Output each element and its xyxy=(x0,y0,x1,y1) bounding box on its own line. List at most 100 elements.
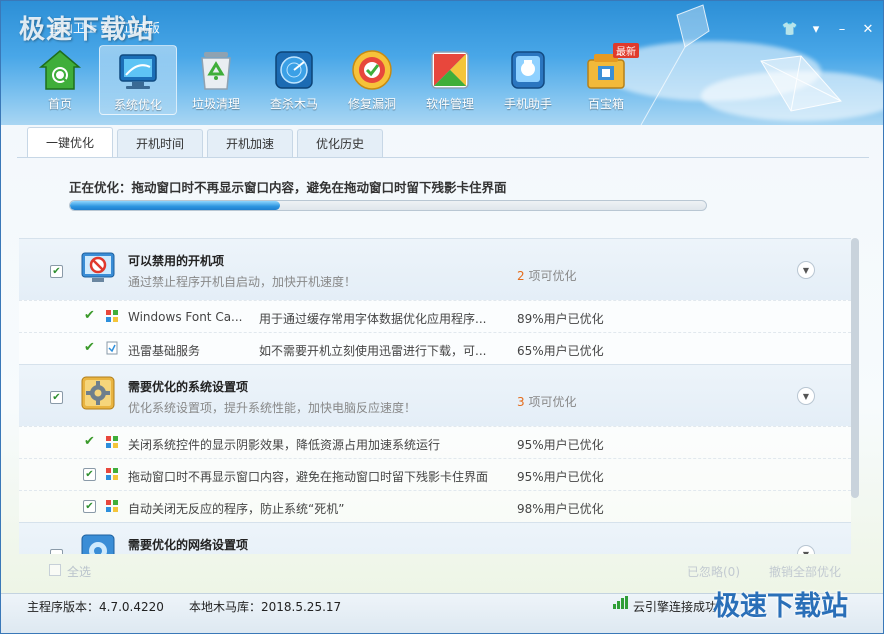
window-controls: 👕 ▾ – ✕ xyxy=(779,19,879,39)
item-desc: 如不需要开机立刻使用迅雷进行下载，可... xyxy=(259,344,487,358)
watermark-bottom: 极速下载站 xyxy=(713,591,848,622)
item-name: 迅雷基础服务 xyxy=(128,344,201,358)
count-suffix: 项可优化 xyxy=(524,395,577,409)
monitor-icon xyxy=(115,48,161,94)
group-checkbox[interactable]: ✔ xyxy=(50,265,63,278)
item-percent: 65%用户已优化 xyxy=(517,344,604,358)
group-desc: 通过禁止程序开机自启动，加快开机速度！ xyxy=(128,275,357,289)
group-checkbox[interactable]: ✔ xyxy=(50,391,63,404)
tab-bar: 一键优化 开机时间 开机加速 优化历史 xyxy=(27,127,384,157)
nav-label: 垃圾清理 xyxy=(191,97,240,111)
phone-icon xyxy=(505,47,551,93)
count-number: 3 xyxy=(517,395,525,409)
program-version: 主程序版本：4.7.0.4220 xyxy=(27,600,164,614)
item-desc: 关闭系统控件的显示阴影效果，降低资源占用加速系统运行 xyxy=(128,438,441,452)
expand-toggle[interactable]: ▼ xyxy=(797,261,815,279)
expand-toggle[interactable]: ▼ xyxy=(797,387,815,405)
top-banner: 金山卫士 4.7 正式版 极速下载站 👕 ▾ – ✕ 首页 系统优化 垃圾清理 … xyxy=(1,1,883,125)
nav-label: 查杀木马 xyxy=(269,97,318,111)
group-desc: 优化系统设置项，提升系统性能，加快电脑反应速度！ xyxy=(128,401,417,415)
group-count: 2 项可优化 xyxy=(517,267,576,284)
list-item: ✔ Windows Font Ca... 用于通过缓存常用字体数据优化应用程序.… xyxy=(19,300,851,332)
home-shield-icon xyxy=(37,47,83,93)
network-settings-icon xyxy=(81,534,115,554)
optimize-list: ✔ 可以禁用的开机项 通过禁止程序开机自启动，加快开机速度！ 2 项可优化 ▼ … xyxy=(19,238,851,554)
list-footer: 全选 已忽略(0) 撤销全部优化 xyxy=(19,555,851,585)
list-item: ✔ 自动关闭无反应的程序，防止系统“死机” 98%用户已优化 xyxy=(19,490,851,522)
tab-divider xyxy=(17,157,869,158)
windows-flag-icon xyxy=(105,309,119,323)
done-check-icon: ✔ xyxy=(84,308,95,323)
undo-all-link[interactable]: 撤销全部优化 xyxy=(769,563,841,580)
nav-label: 系统优化 xyxy=(113,98,162,112)
item-percent: 98%用户已优化 xyxy=(517,502,604,516)
nav-phone-assistant[interactable]: 手机助手 xyxy=(489,45,567,115)
item-desc: 自动关闭无反应的程序，防止系统“死机” xyxy=(128,502,345,516)
group-startup-items: ✔ 可以禁用的开机项 通过禁止程序开机自启动，加快开机速度！ 2 项可优化 ▼ xyxy=(19,238,851,300)
software-icon xyxy=(427,47,473,93)
progress-fill xyxy=(70,201,280,210)
trojan-db-version: 本地木马库：2018.5.25.17 xyxy=(189,600,342,614)
nav-label: 百宝箱 xyxy=(587,97,624,111)
group-title: 可以禁用的开机项 xyxy=(128,254,225,268)
skin-button[interactable]: 👕 xyxy=(779,19,801,39)
windows-flag-icon xyxy=(105,499,119,513)
item-checkbox[interactable]: ✔ xyxy=(83,500,96,513)
tab-one-click-optimize[interactable]: 一键优化 xyxy=(27,127,114,157)
new-badge: 最新 xyxy=(613,43,639,58)
nav-system-optimize[interactable]: 系统优化 xyxy=(99,45,177,115)
menu-button[interactable]: ▾ xyxy=(805,19,827,39)
nav-toolbox[interactable]: 百宝箱 最新 xyxy=(567,43,645,115)
nav-trojan-scan[interactable]: 查杀木马 xyxy=(255,45,333,115)
list-scrollbar[interactable] xyxy=(851,238,859,498)
recycle-bin-icon xyxy=(193,47,239,93)
signal-icon xyxy=(613,596,628,609)
windows-flag-icon xyxy=(105,467,119,481)
cloud-engine-status: 云引擎连接成功 xyxy=(633,600,718,614)
app-window: 金山卫士 4.7 正式版 极速下载站 👕 ▾ – ✕ 首页 系统优化 垃圾清理 … xyxy=(0,0,884,634)
count-suffix: 项可优化 xyxy=(524,269,577,283)
group-network-settings: 需要优化的网络设置项 ▼ xyxy=(19,522,851,554)
select-all-checkbox[interactable] xyxy=(49,564,61,576)
ignored-link[interactable]: 已忽略(0) xyxy=(687,563,740,580)
nav-label: 首页 xyxy=(47,97,72,111)
tab-boot-speedup[interactable]: 开机加速 xyxy=(207,129,294,157)
nav-junk-clean[interactable]: 垃圾清理 xyxy=(177,45,255,115)
close-button[interactable]: ✕ xyxy=(857,19,879,39)
gear-settings-icon xyxy=(81,376,115,410)
list-item: ✔ 关闭系统控件的显示阴影效果，降低资源占用加速系统运行 95%用户已优化 xyxy=(19,426,851,458)
item-desc: 用于通过缓存常用字体数据优化应用程序... xyxy=(259,312,487,326)
group-checkbox[interactable] xyxy=(50,549,63,554)
nav-label: 修复漏洞 xyxy=(347,97,396,111)
item-checkbox[interactable]: ✔ xyxy=(83,468,96,481)
nav-label: 软件管理 xyxy=(425,97,474,111)
done-check-icon: ✔ xyxy=(84,434,95,449)
expand-toggle[interactable]: ▼ xyxy=(797,545,815,554)
group-title: 需要优化的系统设置项 xyxy=(128,380,249,394)
item-percent: 95%用户已优化 xyxy=(517,470,604,484)
minimize-button[interactable]: – xyxy=(831,19,853,39)
forbidden-monitor-icon xyxy=(81,250,115,284)
group-system-settings: ✔ 需要优化的系统设置项 优化系统设置项，提升系统性能，加快电脑反应速度！ 3 … xyxy=(19,364,851,426)
windows-flag-icon xyxy=(105,435,119,449)
count-number: 2 xyxy=(517,269,525,283)
item-percent: 89%用户已优化 xyxy=(517,312,604,326)
status-bar: 主程序版本：4.7.0.4220 本地木马库：2018.5.25.17 云引擎连… xyxy=(1,591,883,633)
group-title: 需要优化的网络设置项 xyxy=(128,538,249,552)
main-nav: 首页 系统优化 垃圾清理 查杀木马 修复漏洞 软件管理 手机助手 百宝箱 最新 xyxy=(21,43,645,115)
radar-icon xyxy=(271,47,317,93)
nav-home[interactable]: 首页 xyxy=(21,45,99,115)
tab-optimize-history[interactable]: 优化历史 xyxy=(297,129,384,157)
item-desc: 拖动窗口时不再显示窗口内容，避免在拖动窗口时留下残影卡住界面 xyxy=(128,470,489,484)
list-item: ✔ 拖动窗口时不再显示窗口内容，避免在拖动窗口时留下残影卡住界面 95%用户已优… xyxy=(19,458,851,490)
progress-status-text: 正在优化：拖动窗口时不再显示窗口内容，避免在拖动窗口时留下残影卡住界面 xyxy=(69,180,507,195)
group-count: 3 项可优化 xyxy=(517,393,576,410)
item-name: Windows Font Ca... xyxy=(128,310,243,324)
tab-boot-time[interactable]: 开机时间 xyxy=(117,129,204,157)
nav-fix-vulnerability[interactable]: 修复漏洞 xyxy=(333,45,411,115)
select-all-label[interactable]: 全选 xyxy=(67,563,91,580)
done-check-icon: ✔ xyxy=(84,340,95,355)
optimize-progress-bar xyxy=(69,200,707,211)
nav-software-manage[interactable]: 软件管理 xyxy=(411,45,489,115)
nav-label: 手机助手 xyxy=(503,97,552,111)
